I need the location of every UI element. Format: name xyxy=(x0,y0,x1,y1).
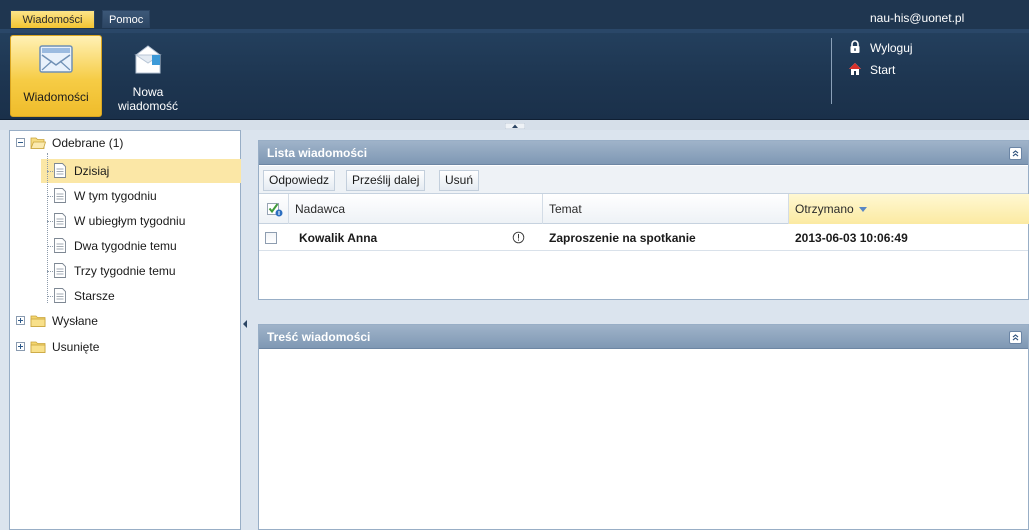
row-checkbox[interactable] xyxy=(265,232,277,244)
folder-icon xyxy=(30,341,46,353)
folder-icon xyxy=(30,315,46,327)
top-bar: Wiadomości Pomoc nau-his@uonet.pl xyxy=(0,0,1029,29)
delete-button[interactable]: Usuń xyxy=(439,170,480,191)
tree-item-label: Dzisiaj xyxy=(74,164,110,178)
received-cell: 2013-06-03 10:06:49 xyxy=(795,231,908,245)
logout-label: Wyloguj xyxy=(870,41,913,55)
folder-label: Usunięte xyxy=(52,340,100,354)
panel-title: Treść wiadomości xyxy=(267,330,371,344)
tree-item-label: W tym tygodniu xyxy=(74,189,157,203)
select-all-header[interactable] xyxy=(259,194,289,224)
collapse-left-icon[interactable] xyxy=(242,316,248,332)
ribbon-divider xyxy=(831,38,832,104)
info-icon xyxy=(512,231,525,244)
column-header-label: Otrzymano xyxy=(795,202,854,216)
column-header-otrzymano[interactable]: Otrzymano xyxy=(789,194,1029,224)
document-icon xyxy=(54,238,66,253)
ribbon-button-nowa-wiadomosc[interactable]: Nowa wiadomość xyxy=(108,35,188,117)
message-list-panel: Lista wiadomości Odpowiedz Prześlij dale… xyxy=(258,140,1029,300)
ribbon-button-wiadomosci[interactable]: Wiadomości xyxy=(10,35,102,117)
main-area: Odebrane (1) Dzisiaj W tym tygodniu W ub… xyxy=(0,120,1029,530)
panel-header: Treść wiadomości xyxy=(259,325,1028,349)
tree-item-label: Starsze xyxy=(74,289,115,303)
start-label: Start xyxy=(870,63,896,77)
tree-item-label: Dwa tygodnie temu xyxy=(74,239,177,253)
new-message-icon xyxy=(134,45,162,74)
column-header-temat[interactable]: Temat xyxy=(543,194,789,224)
document-icon xyxy=(54,213,66,228)
user-email: nau-his@uonet.pl xyxy=(870,11,965,25)
document-icon xyxy=(54,288,66,303)
logout-link[interactable]: Wyloguj xyxy=(848,40,913,56)
folder-label: Odebrane (1) xyxy=(52,136,124,150)
document-icon xyxy=(54,263,66,278)
panel-header: Lista wiadomości xyxy=(259,141,1028,165)
grid-header: Nadawca Temat Otrzymano xyxy=(259,194,1029,224)
collapse-panel-icon[interactable] xyxy=(1009,331,1022,344)
tree-item-label: W ubiegłym tygodniu xyxy=(74,214,186,228)
expand-icon[interactable] xyxy=(16,342,25,351)
table-row[interactable]: Kowalik Anna Zaproszenie na spotkanie 20… xyxy=(259,225,1028,251)
collapse-icon[interactable] xyxy=(16,138,25,147)
lock-icon xyxy=(850,40,860,53)
start-link[interactable]: Start xyxy=(848,62,895,78)
folder-tree: Odebrane (1) Dzisiaj W tym tygodniu W ub… xyxy=(9,130,241,530)
open-folder-icon xyxy=(30,137,46,149)
top-splitter[interactable] xyxy=(0,120,1029,130)
selection-highlight xyxy=(41,159,241,183)
home-icon xyxy=(849,63,861,75)
envelope-icon xyxy=(39,45,73,73)
ribbon-button-label: Wiadomości xyxy=(23,90,89,104)
message-content-panel: Treść wiadomości xyxy=(258,324,1029,530)
ribbon-button-label: Nowa wiadomość xyxy=(117,85,179,113)
folder-label: Wysłane xyxy=(52,314,98,328)
collapse-panel-icon[interactable] xyxy=(1009,147,1022,160)
message-toolbar: Odpowiedz Prześlij dalej Usuń xyxy=(259,166,1028,194)
reply-button[interactable]: Odpowiedz xyxy=(263,170,336,191)
expand-icon[interactable] xyxy=(16,316,25,325)
document-icon xyxy=(54,188,66,203)
sender-cell: Kowalik Anna xyxy=(299,231,378,245)
tab-wiadomosci[interactable]: Wiadomości xyxy=(10,10,95,28)
document-icon xyxy=(54,163,66,178)
sort-descending-icon xyxy=(858,207,867,212)
collapse-up-icon[interactable] xyxy=(505,123,525,129)
tab-pomoc[interactable]: Pomoc xyxy=(102,10,150,28)
column-header-nadawca[interactable]: Nadawca xyxy=(289,194,543,224)
subject-cell: Zaproszenie na spotkanie xyxy=(549,231,696,245)
forward-button[interactable]: Prześlij dalej xyxy=(346,170,426,191)
tree-item-label: Trzy tygodnie temu xyxy=(74,264,176,278)
panel-title: Lista wiadomości xyxy=(267,146,368,160)
check-all-icon[interactable] xyxy=(267,202,283,217)
